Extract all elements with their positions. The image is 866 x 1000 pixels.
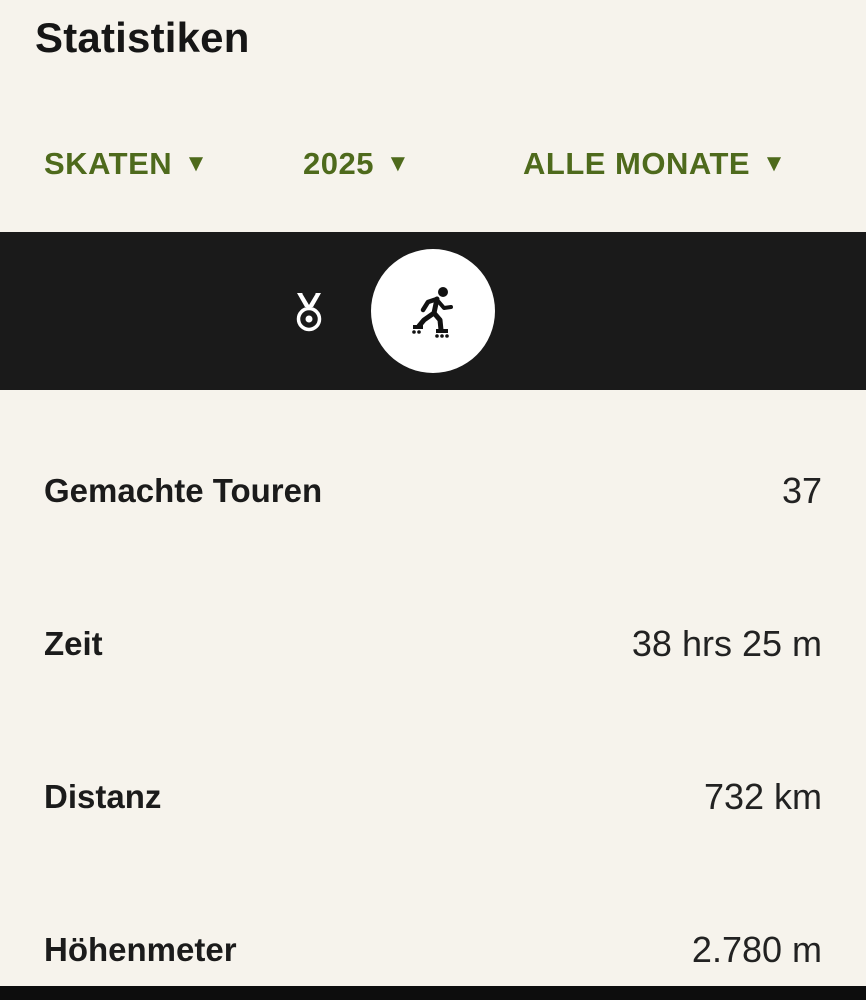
page-title: Statistiken [35, 14, 250, 61]
stat-row-elevation: Höhenmeter 2.780 m [44, 925, 822, 975]
stat-label: Zeit [44, 625, 103, 662]
sport-filter-dropdown[interactable]: SKATEN ▼ [44, 140, 208, 188]
stat-value: 732 km [703, 776, 822, 817]
chevron-down-icon: ▼ [385, 150, 411, 177]
stat-label: Höhenmeter [44, 931, 237, 968]
bottom-bar-edge [0, 986, 866, 1000]
filter-bar: SKATEN ▼ 2025 ▼ ALLE MONATE ▼ [0, 140, 866, 188]
activity-type-selector [0, 232, 866, 390]
stat-row-time: Zeit 38 hrs 25 m [44, 619, 822, 669]
stat-value: 37 [781, 470, 822, 511]
stat-label: Distanz [44, 778, 162, 815]
year-filter-label: 2025 [303, 146, 374, 181]
year-filter-dropdown[interactable]: 2025 ▼ [303, 140, 410, 188]
inline-skater-icon [412, 287, 453, 338]
sport-filter-label: SKATEN [44, 146, 173, 181]
chevron-down-icon: ▼ [762, 150, 787, 177]
stat-row-tours: Gemachte Touren 37 [44, 466, 822, 516]
month-filter-label: ALLE MONATE [523, 146, 751, 181]
medal-icon [296, 292, 322, 332]
month-filter-dropdown[interactable]: ALLE MONATE ▼ [523, 140, 786, 188]
stat-row-distance: Distanz 732 km [44, 772, 822, 822]
chevron-down-icon: ▼ [184, 150, 209, 177]
stat-value: 2.780 m [691, 929, 822, 970]
skating-tab[interactable] [371, 249, 495, 373]
medal-tab[interactable] [289, 291, 329, 335]
stat-value: 38 hrs 25 m [631, 623, 822, 664]
stat-label: Gemachte Touren [44, 472, 323, 509]
